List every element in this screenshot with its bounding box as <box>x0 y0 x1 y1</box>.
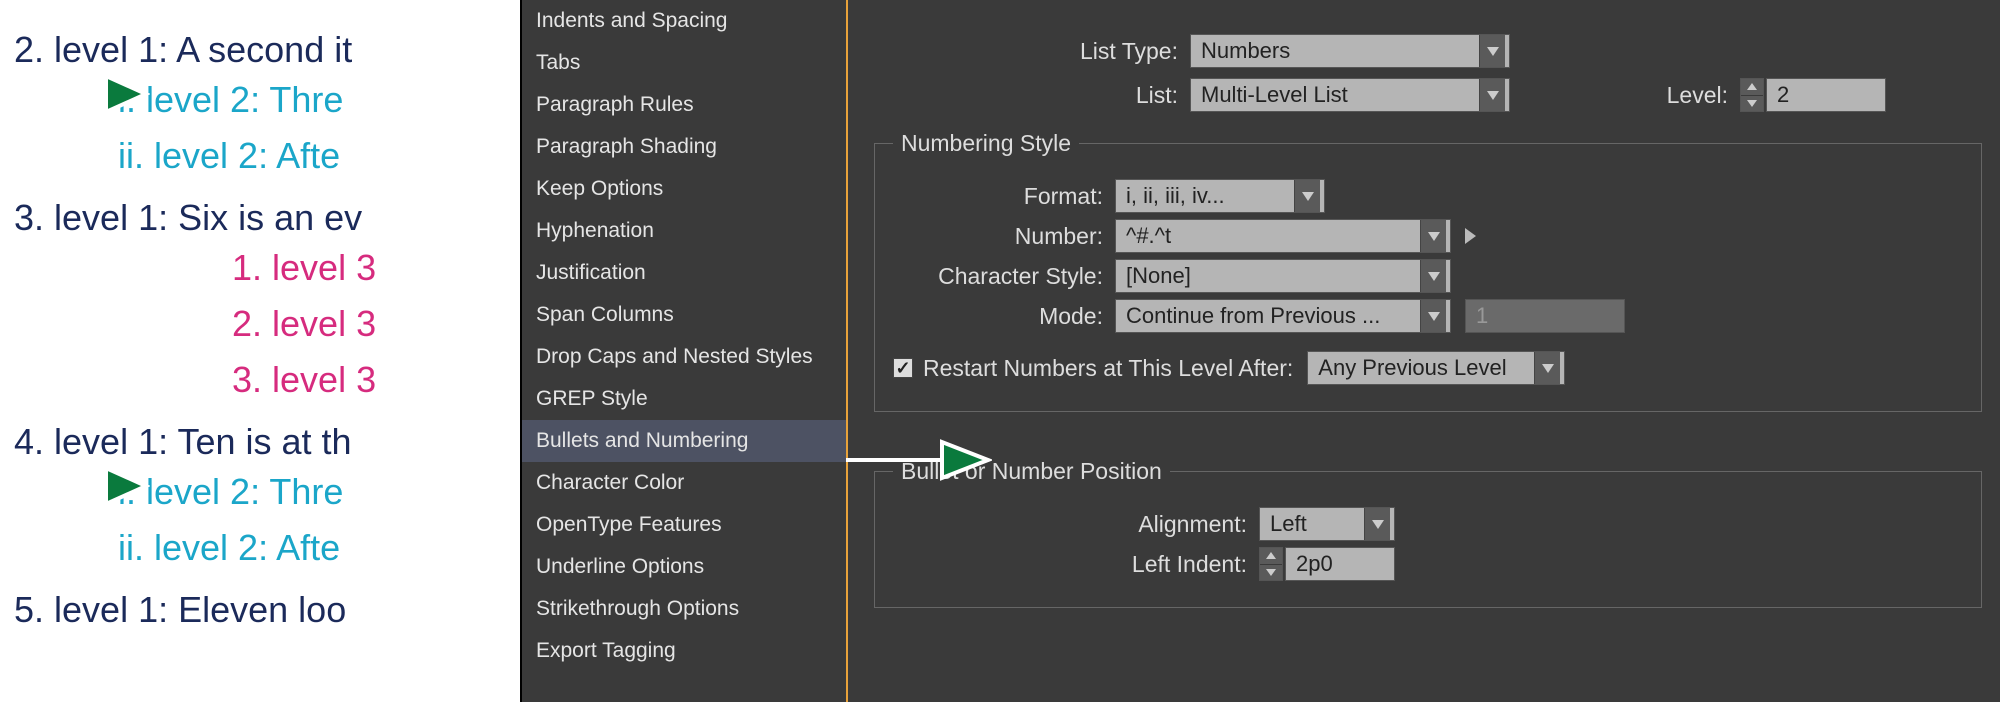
bullet-position-group: Bullet or Number Position Alignment: Lef… <box>874 458 1982 608</box>
sidebar-item-indents-and-spacing[interactable]: Indents and Spacing <box>522 0 846 42</box>
chevron-down-icon <box>1420 220 1446 252</box>
paragraph-style-panel: Indents and SpacingTabsParagraph RulesPa… <box>520 0 2000 702</box>
alignment-dropdown[interactable]: Left <box>1259 507 1395 541</box>
numbering-style-legend: Numbering Style <box>893 130 1079 157</box>
sidebar-item-character-color[interactable]: Character Color <box>522 462 846 504</box>
sidebar-item-justification[interactable]: Justification <box>522 252 846 294</box>
chevron-down-icon <box>1364 508 1390 540</box>
alignment-label: Alignment: <box>893 511 1259 538</box>
chevron-down-icon <box>1534 352 1560 384</box>
alignment-value: Left <box>1270 511 1307 537</box>
leftindent-value: 2p0 <box>1296 551 1333 577</box>
mode-label: Mode: <box>893 303 1115 330</box>
mode-dropdown[interactable]: Continue from Previous ... <box>1115 299 1451 333</box>
number-combo[interactable]: ^#.^t <box>1115 219 1451 253</box>
doc-line: ii. level 2: Afte <box>14 128 340 184</box>
charstyle-dropdown[interactable]: [None] <box>1115 259 1451 293</box>
flyout-icon[interactable] <box>1465 227 1483 245</box>
sidebar-item-underline-options[interactable]: Underline Options <box>522 546 846 588</box>
level-field[interactable]: 2 <box>1766 78 1886 112</box>
sidebar-item-span-columns[interactable]: Span Columns <box>522 294 846 336</box>
start-at-field: 1 <box>1465 299 1625 333</box>
chevron-down-icon <box>1479 35 1505 67</box>
bullets-numbering-form: List Type: Numbers List: Multi-Level Lis… <box>862 0 2000 702</box>
restart-label: Restart Numbers at This Level After: <box>923 355 1293 382</box>
list-type-label: List Type: <box>862 38 1190 65</box>
sidebar-item-paragraph-shading[interactable]: Paragraph Shading <box>522 126 846 168</box>
sidebar-item-strikethrough-options[interactable]: Strikethrough Options <box>522 588 846 630</box>
sidebar-item-drop-caps-and-nested-styles[interactable]: Drop Caps and Nested Styles <box>522 336 846 378</box>
restart-checkbox[interactable] <box>893 358 913 378</box>
numbering-style-group: Numbering Style Format: i, ii, iii, iv..… <box>874 130 1982 412</box>
sidebar-item-paragraph-rules[interactable]: Paragraph Rules <box>522 84 846 126</box>
style-categories-sidebar: Indents and SpacingTabsParagraph RulesPa… <box>522 0 848 702</box>
number-label: Number: <box>893 223 1115 250</box>
format-dropdown[interactable]: i, ii, iii, iv... <box>1115 179 1325 213</box>
sidebar-item-export-tagging[interactable]: Export Tagging <box>522 630 846 672</box>
list-type-dropdown[interactable]: Numbers <box>1190 34 1510 68</box>
leftindent-stepper[interactable] <box>1259 547 1283 581</box>
doc-line: 2. level 3 <box>14 296 376 352</box>
restart-after-dropdown[interactable]: Any Previous Level <box>1307 351 1565 385</box>
level-label: Level: <box>1510 82 1740 109</box>
list-value: Multi-Level List <box>1201 82 1348 108</box>
format-value: i, ii, iii, iv... <box>1126 183 1225 209</box>
sidebar-item-opentype-features[interactable]: OpenType Features <box>522 504 846 546</box>
list-dropdown[interactable]: Multi-Level List <box>1190 78 1510 112</box>
doc-line: 5. level 1: Eleven loo <box>14 582 346 638</box>
chevron-down-icon <box>1479 79 1505 111</box>
level-value: 2 <box>1777 82 1789 108</box>
format-label: Format: <box>893 183 1115 210</box>
leftindent-label: Left Indent: <box>893 551 1259 578</box>
doc-line: 3. level 3 <box>14 352 376 408</box>
sidebar-item-tabs[interactable]: Tabs <box>522 42 846 84</box>
list-type-value: Numbers <box>1201 38 1290 64</box>
sidebar-item-bullets-and-numbering[interactable]: Bullets and Numbering <box>522 420 846 462</box>
charstyle-label: Character Style: <box>893 263 1115 290</box>
start-at-value: 1 <box>1476 303 1488 329</box>
sidebar-item-hyphenation[interactable]: Hyphenation <box>522 210 846 252</box>
restart-after-value: Any Previous Level <box>1318 355 1506 381</box>
doc-line: 3. level 1: Six is an ev <box>14 190 362 246</box>
leftindent-field[interactable]: 2p0 <box>1285 547 1395 581</box>
list-label: List: <box>862 82 1190 109</box>
chevron-down-icon <box>1420 260 1446 292</box>
doc-line: ii. level 2: Afte <box>14 520 340 576</box>
sidebar-item-grep-style[interactable]: GREP Style <box>522 378 846 420</box>
charstyle-value: [None] <box>1126 263 1191 289</box>
sidebar-item-keep-options[interactable]: Keep Options <box>522 168 846 210</box>
doc-line: 1. level 3 <box>14 240 376 296</box>
document-preview: 2. level 1: A second iti. level 2: Threi… <box>14 0 514 702</box>
annotation-arrow-icon <box>842 430 992 496</box>
level-stepper[interactable] <box>1740 78 1764 112</box>
chevron-down-icon <box>1294 180 1320 212</box>
number-value: ^#.^t <box>1126 223 1171 249</box>
chevron-down-icon <box>1420 300 1446 332</box>
mode-value: Continue from Previous ... <box>1126 303 1380 329</box>
